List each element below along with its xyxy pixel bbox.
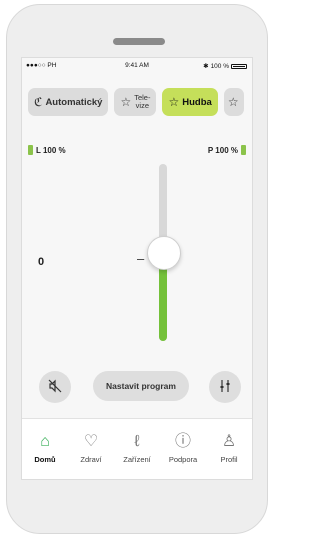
star-icon: ☆ — [227, 95, 239, 109]
tab-health[interactable]: ♡ Zdraví — [68, 419, 114, 479]
program-more[interactable]: ☆ — [223, 88, 244, 116]
volume-slider-knob[interactable] — [147, 236, 181, 270]
equalizer-button[interactable] — [209, 371, 241, 403]
bluetooth-icon: ✱ — [203, 63, 209, 70]
status-right: ✱ 100 % — [203, 62, 247, 70]
profile-icon: ♙ — [221, 433, 237, 450]
program-selector: ℭ Automatický ☆ Tele- vize ☆ Hudba ☆ — [28, 88, 244, 116]
tab-support[interactable]: ⓘ Podpora — [160, 419, 206, 479]
phone-speaker — [113, 38, 165, 45]
right-battery: P 100 % — [208, 145, 246, 155]
ear-icon: ℭ — [34, 95, 43, 109]
home-icon: ⌂ — [40, 433, 50, 450]
hearing-aid-icon: ℓ — [134, 433, 140, 450]
help-icon: ⓘ — [174, 433, 191, 450]
volume-tick-mark: – — [137, 251, 145, 266]
tab-devices[interactable]: ℓ Zařízení — [114, 419, 160, 479]
tab-home[interactable]: ⌂ Domů — [22, 419, 68, 479]
program-label: Automatický — [45, 96, 103, 108]
program-label: Hudba — [182, 96, 212, 108]
program-music[interactable]: ☆ Hudba — [162, 88, 218, 116]
battery-left-icon — [28, 145, 33, 155]
mute-button[interactable] — [39, 371, 71, 403]
left-battery: L 100 % — [28, 145, 66, 155]
set-program-button[interactable]: Nastavit program — [93, 371, 189, 401]
battery-right-icon — [241, 145, 246, 155]
battery-icon — [231, 63, 247, 69]
program-tv[interactable]: ☆ Tele- vize — [114, 88, 157, 116]
heart-icon: ♡ — [83, 433, 99, 450]
program-label: Tele- vize — [134, 93, 151, 110]
bottom-tab-bar: ⌂ Domů ♡ Zdraví ℓ Zařízení ⓘ Podpora ♙ P… — [22, 418, 252, 479]
tab-profile[interactable]: ♙ Profil — [206, 419, 252, 479]
battery-percent: 100 % — [210, 62, 229, 70]
speaker-muted-icon — [48, 379, 62, 396]
program-automatic[interactable]: ℭ Automatický — [28, 88, 109, 116]
status-bar: ●●●○○ PH 9:41 AM ✱ 100 % — [22, 58, 252, 72]
volume-value: 0 — [38, 256, 45, 268]
star-icon: ☆ — [168, 95, 180, 109]
app-screen: ●●●○○ PH 9:41 AM ✱ 100 % ℭ Automatický ☆… — [21, 57, 253, 480]
equalizer-icon — [218, 379, 232, 396]
star-icon: ☆ — [120, 95, 132, 109]
